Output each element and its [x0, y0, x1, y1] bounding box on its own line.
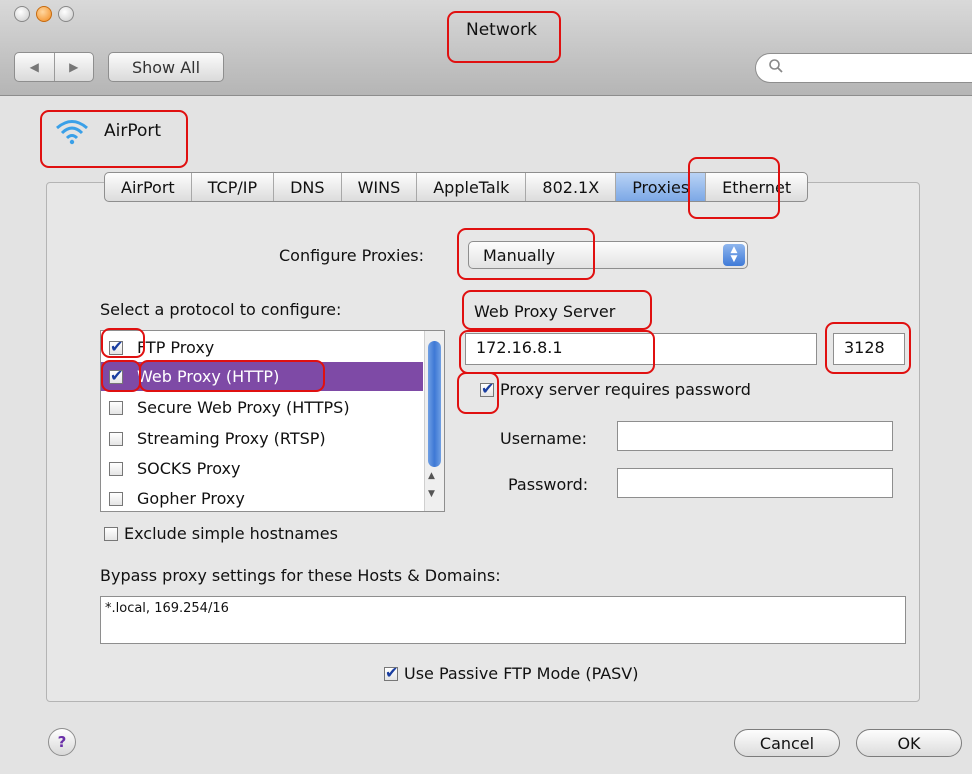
- scroll-down-icon[interactable]: ▼: [428, 489, 435, 499]
- passive-ftp-label: Use Passive FTP Mode (PASV): [404, 664, 639, 683]
- tab-802-1x[interactable]: 802.1X: [526, 173, 617, 201]
- exclude-simple-hostnames-label: Exclude simple hostnames: [124, 524, 338, 543]
- cancel-button[interactable]: Cancel: [734, 729, 840, 757]
- exclude-simple-hostnames-checkbox[interactable]: Exclude simple hostnames: [104, 524, 338, 543]
- protocol-checkbox[interactable]: [109, 337, 123, 356]
- ok-button[interactable]: OK: [856, 729, 962, 757]
- protocol-list[interactable]: FTP Proxy Web Proxy (HTTP) Secure Web Prox…: [100, 330, 445, 512]
- protocol-checkbox[interactable]: [109, 491, 123, 506]
- scrollbar-thumb[interactable]: [428, 341, 441, 467]
- username-label: Username:: [500, 429, 587, 448]
- zoom-window-button[interactable]: [58, 6, 74, 22]
- configure-proxies-popup[interactable]: Manually ▲ ▼: [468, 241, 748, 269]
- protocol-checkbox[interactable]: [109, 366, 123, 385]
- protocol-label: SOCKS Proxy: [137, 459, 241, 478]
- title-bar: Network ◀ ▶ Show All: [0, 0, 972, 96]
- passive-ftp-checkbox[interactable]: Use Passive FTP Mode (PASV): [384, 663, 639, 683]
- tab-appletalk[interactable]: AppleTalk: [417, 173, 527, 201]
- window-title: Network: [466, 20, 537, 40]
- protocol-row[interactable]: SOCKS Proxy: [101, 454, 423, 483]
- popup-arrows-icon: ▲ ▼: [723, 244, 745, 266]
- requires-password-label: Proxy server requires password: [500, 380, 751, 399]
- protocol-list-scrollbar[interactable]: ▲ ▼: [424, 331, 444, 511]
- scroll-up-icon[interactable]: ▲: [428, 471, 435, 481]
- search-icon: [769, 59, 783, 73]
- server-heading: Web Proxy Server: [474, 302, 616, 321]
- close-window-button[interactable]: [14, 6, 30, 22]
- help-button[interactable]: ?: [48, 728, 76, 756]
- back-arrow-icon[interactable]: ◀: [15, 53, 54, 81]
- interface-name: AirPort: [104, 121, 162, 141]
- configure-proxies-value: Manually: [483, 246, 556, 265]
- passive-ftp-check[interactable]: [384, 663, 398, 682]
- show-all-button[interactable]: Show All: [108, 52, 224, 82]
- tab-airport[interactable]: AirPort: [105, 173, 192, 201]
- tab-bar: AirPort TCP/IP DNS WINS AppleTalk 802.1X Proxi…: [104, 172, 809, 202]
- tab-wins[interactable]: WINS: [342, 173, 418, 201]
- protocol-label: Gopher Proxy: [137, 489, 245, 508]
- protocol-label: FTP Proxy: [137, 338, 215, 357]
- protocol-row[interactable]: Secure Web Proxy (HTTPS): [101, 393, 423, 422]
- password-label: Password:: [508, 475, 589, 494]
- protocol-label: Secure Web Proxy (HTTPS): [137, 398, 350, 417]
- proxy-host-field[interactable]: 172.16.8.1: [465, 333, 817, 365]
- protocol-row[interactable]: Web Proxy (HTTP): [101, 362, 423, 391]
- bypass-label: Bypass proxy settings for these Hosts & …: [100, 566, 501, 585]
- protocol-row[interactable]: Gopher Proxy: [101, 484, 423, 511]
- interface-header: AirPort: [54, 117, 161, 145]
- protocol-checkbox[interactable]: [109, 400, 123, 415]
- protocol-list-heading: Select a protocol to configure:: [100, 300, 342, 319]
- forward-arrow-icon[interactable]: ▶: [53, 53, 94, 81]
- protocol-checkbox[interactable]: [109, 461, 123, 476]
- search-input[interactable]: [755, 53, 972, 83]
- requires-password-check[interactable]: [480, 379, 494, 398]
- bypass-hosts-field[interactable]: *.local, 169.254/16: [100, 596, 906, 644]
- exclude-simple-hostnames-check[interactable]: [104, 526, 118, 541]
- proxy-port-field[interactable]: 3128: [833, 333, 905, 365]
- protocol-label: Web Proxy (HTTP): [137, 367, 280, 386]
- wifi-icon: [56, 120, 88, 145]
- minimize-window-button[interactable]: [36, 6, 52, 22]
- protocol-label: Streaming Proxy (RTSP): [137, 429, 326, 448]
- protocol-row[interactable]: Streaming Proxy (RTSP): [101, 424, 423, 453]
- requires-password-checkbox[interactable]: Proxy server requires password: [480, 379, 751, 399]
- network-preferences-window: Network ◀ ▶ Show All AirPort AirPort TCP/…: [0, 0, 972, 774]
- back-forward-control: ◀ ▶: [14, 52, 94, 82]
- tab-proxies[interactable]: Proxies: [616, 173, 707, 201]
- tab-dns[interactable]: DNS: [274, 173, 342, 201]
- protocol-checkbox[interactable]: [109, 431, 123, 446]
- tab-tcp-ip[interactable]: TCP/IP: [192, 173, 275, 201]
- protocol-row[interactable]: FTP Proxy: [101, 333, 423, 362]
- tab-ethernet[interactable]: Ethernet: [706, 173, 807, 201]
- password-field[interactable]: [617, 468, 893, 498]
- configure-proxies-label: Configure Proxies:: [279, 246, 425, 265]
- username-field[interactable]: [617, 421, 893, 451]
